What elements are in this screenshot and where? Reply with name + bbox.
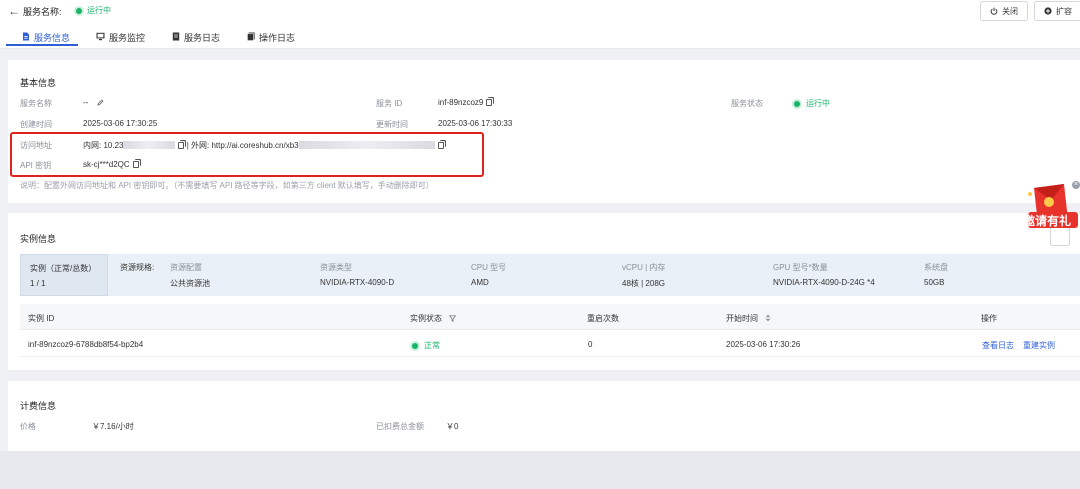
instance-info-title: 实例信息: [20, 234, 57, 244]
top-bar: ← 服务名称: 运行中 关闭 扩容 服务信息 服务监控 服务日志 操作日志: [0, 0, 1080, 49]
copy-icon[interactable]: [486, 99, 493, 106]
basic-info-card: 基本信息 服务名称 -- 服务 ID inf-89nzcoz9 服务状态 运行中…: [8, 60, 1080, 203]
promo-close-icon[interactable]: ×: [1072, 181, 1080, 189]
instance-count-box: 实例（正常/总数） 1 / 1: [20, 254, 108, 296]
service-name-label: 服务名称:: [23, 7, 62, 17]
resource-spec-label: 资源规格:: [120, 263, 155, 272]
service-id-label: 服务 ID: [376, 99, 403, 108]
price-label: 价格: [20, 422, 36, 431]
view-logs-link[interactable]: 查看日志: [982, 340, 1014, 351]
instance-count-value: 1 / 1: [30, 279, 46, 288]
spec-value: NVIDIA-RTX-4090-D-24G *4: [773, 278, 875, 287]
close-button-label: 关闭: [1002, 6, 1018, 16]
spec-value: 48核 | 208G: [622, 279, 665, 288]
operation-log-icon: [247, 32, 255, 41]
scale-button-label: 扩容: [1056, 6, 1072, 16]
spec-label: 资源类型: [320, 263, 352, 272]
column-header: 重启次数: [587, 314, 619, 323]
instance-status-cell: 正常: [412, 340, 440, 351]
back-arrow-icon[interactable]: ←: [8, 4, 20, 18]
tab-service-log[interactable]: 服务日志: [172, 31, 220, 52]
column-header: 实例 ID: [28, 314, 55, 323]
updated-time-value: 2025-03-06 17:30:33: [438, 119, 513, 128]
close-button[interactable]: 关闭: [980, 1, 1028, 21]
column-header: 操作: [981, 314, 997, 323]
status-dot-icon: [412, 342, 418, 349]
monitor-icon: [96, 32, 105, 41]
column-header: 开始时间: [726, 313, 771, 324]
edit-pencil-icon[interactable]: [97, 99, 104, 106]
config-note: 说明：配置外网访问地址和 API 密钥即可。（不需要填写 API 路径等字段，如…: [20, 181, 434, 190]
instance-id-cell: inf-89nzcoz9-6788db8f54-bp2b4: [28, 340, 144, 349]
status-dot-icon: [794, 100, 800, 107]
instance-status-text: 正常: [424, 341, 440, 350]
active-tab-indicator: [6, 44, 78, 46]
service-id-text: inf-89nzcoz9: [438, 98, 484, 107]
highlight-box: [10, 132, 484, 177]
promo-text: 邀请有礼: [1023, 214, 1072, 228]
restart-count-cell: 0: [588, 340, 593, 349]
spec-value: NVIDIA-RTX-4090-D: [320, 278, 395, 287]
spec-label: 资源配置: [170, 263, 202, 272]
log-icon: [172, 32, 180, 41]
plus-circle-icon: [1044, 7, 1052, 15]
service-status-value-text: 运行中: [806, 99, 830, 108]
created-time-label: 创建时间: [20, 120, 52, 129]
invite-promo-widget[interactable]: 邀请有礼: [1020, 180, 1080, 240]
service-status-label: 服务状态: [731, 99, 763, 108]
tab-operation-log[interactable]: 操作日志: [247, 31, 295, 52]
spec-value: 公共资源池: [170, 279, 210, 288]
spec-label: 系统盘: [924, 263, 948, 272]
page-bottom-background: [0, 451, 1080, 489]
status-dot-icon: [76, 7, 82, 14]
service-name-value: --: [83, 98, 104, 107]
filter-icon[interactable]: [448, 315, 457, 323]
instance-info-card: 实例信息 实例（正常/总数） 1 / 1 资源规格: 资源配置 公共资源池 资源…: [8, 213, 1080, 370]
service-status-value: 运行中: [794, 98, 830, 109]
scale-button[interactable]: 扩容: [1034, 1, 1080, 21]
deducted-total-value: ￥0: [446, 422, 459, 431]
service-status-text: 运行中: [87, 6, 111, 15]
billing-info-title: 计费信息: [20, 401, 57, 411]
tab-service-monitor[interactable]: 服务监控: [96, 31, 145, 52]
created-time-value: 2025-03-06 17:30:25: [83, 119, 158, 128]
tab-service-info[interactable]: 服务信息: [22, 31, 70, 52]
tab-label: 操作日志: [259, 33, 296, 43]
column-header-text: 实例状态: [410, 314, 442, 323]
column-header-text: 开始时间: [726, 314, 758, 323]
tab-label: 服务信息: [34, 33, 71, 43]
deducted-total-label: 已扣费总金额: [376, 422, 424, 431]
tab-label: 服务监控: [109, 33, 146, 43]
spec-value: 50GB: [924, 278, 945, 287]
spec-value: AMD: [471, 278, 489, 287]
document-icon: [23, 32, 29, 41]
tab-label: 服务日志: [184, 33, 221, 43]
table-row: inf-89nzcoz9-6788db8f54-bp2b4 正常 0 2025-…: [20, 330, 1080, 357]
instance-summary: 实例（正常/总数） 1 / 1 资源规格: 资源配置 公共资源池 资源类型 NV…: [20, 254, 1080, 296]
gift-envelope-icon: [1028, 184, 1078, 228]
power-icon: [990, 7, 998, 15]
rebuild-instance-link[interactable]: 重建实例: [1023, 340, 1055, 351]
table-header: 实例 ID 实例状态 重启次数 开始时间 操作: [20, 304, 1080, 330]
spec-label: GPU 型号*数量: [773, 263, 828, 272]
price-value: ￥7.16/小时: [92, 422, 134, 431]
billing-info-card: 计费信息 价格 ￥7.16/小时 已扣费总金额 ￥0: [8, 381, 1080, 451]
start-time-cell: 2025-03-06 17:30:26: [726, 340, 801, 349]
spec-label: CPU 型号: [471, 263, 507, 272]
service-status-badge: 运行中: [76, 5, 111, 16]
service-name-text: --: [83, 98, 89, 107]
updated-time-label: 更新时间: [376, 120, 408, 129]
spec-label: vCPU | 内存: [622, 263, 666, 272]
basic-info-title: 基本信息: [20, 78, 57, 88]
sort-icon[interactable]: [765, 314, 771, 322]
instance-count-label: 实例（正常/总数）: [30, 264, 97, 273]
service-name-field-label: 服务名称: [20, 99, 52, 108]
service-id-value: inf-89nzcoz9: [438, 98, 493, 107]
column-header: 实例状态: [410, 313, 457, 324]
